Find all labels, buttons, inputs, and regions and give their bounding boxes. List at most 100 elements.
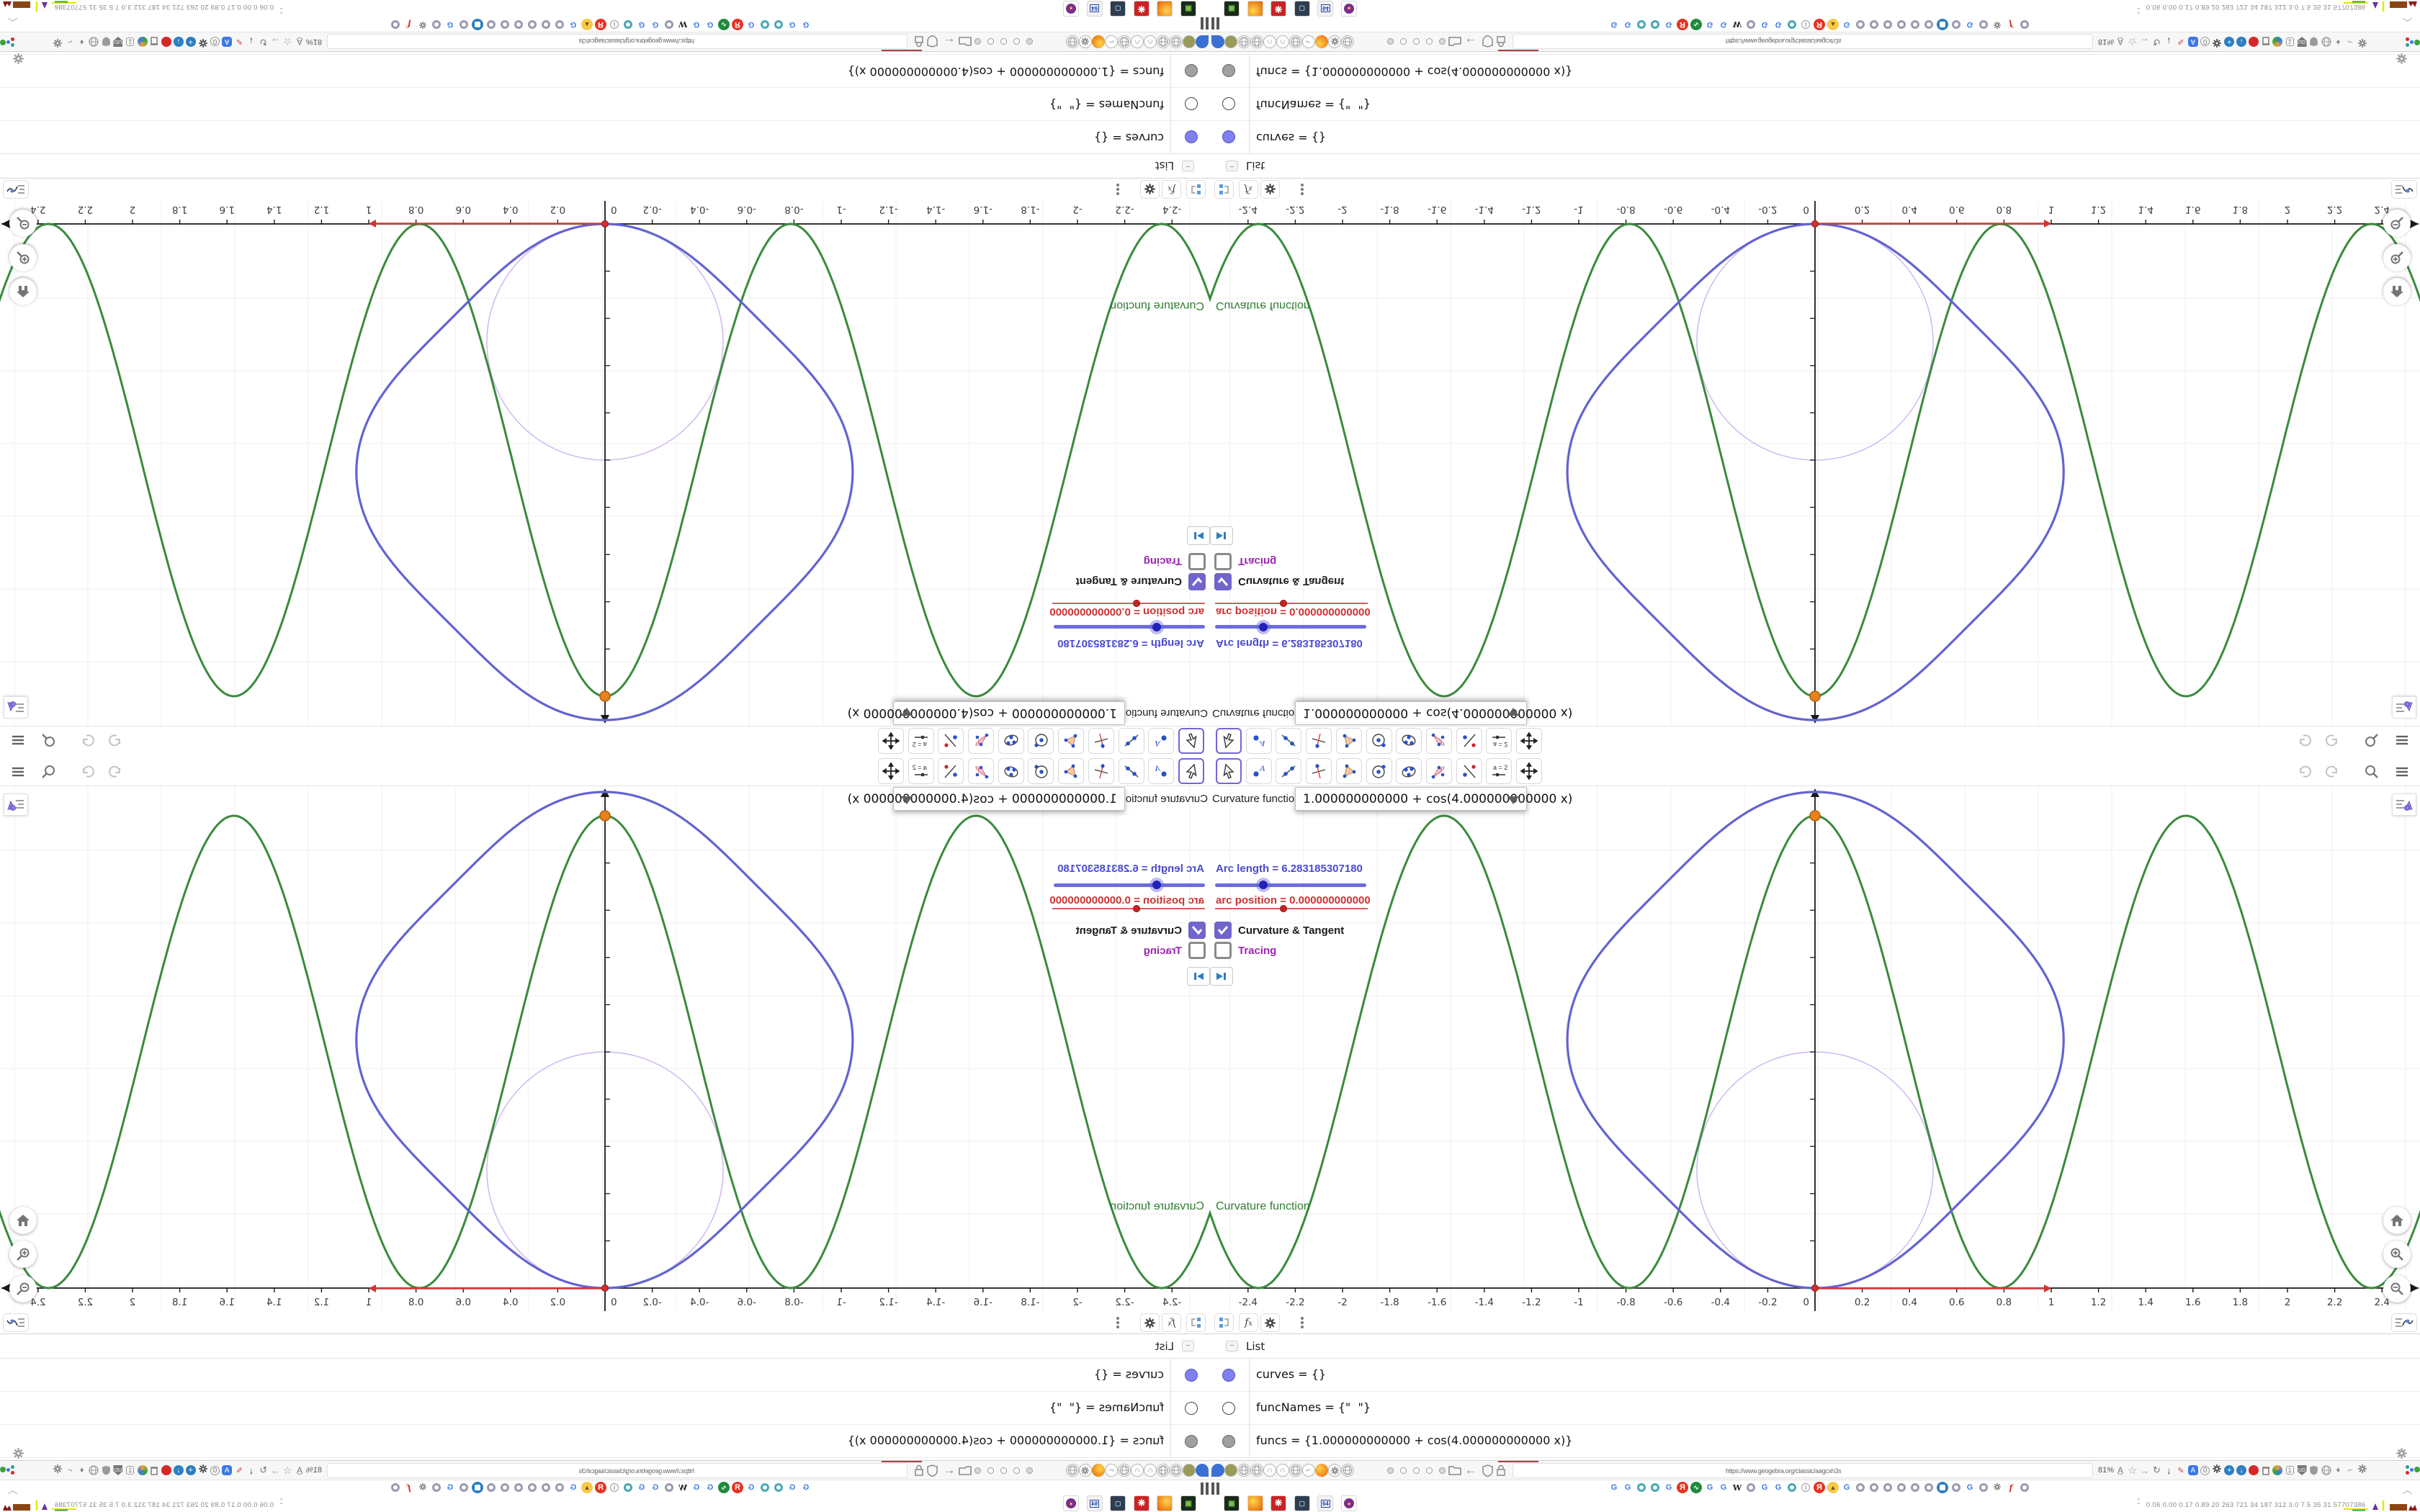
tab-favicon-info[interactable]: i <box>609 19 620 30</box>
reader-icon[interactable]: A̲ <box>2115 35 2126 49</box>
stylebar-kebab-button[interactable] <box>1292 180 1312 199</box>
zoom-in-button[interactable] <box>9 244 37 271</box>
tracing-checkbox[interactable] <box>1214 553 1232 570</box>
trash-icon[interactable] <box>2260 35 2272 49</box>
reader-icon[interactable]: A̲ <box>294 35 305 49</box>
curvature-function-dropdown[interactable]: 1.000000000000 + cos(4.000000000000 x) <box>848 787 1125 811</box>
globe-extension-icon[interactable] <box>1237 35 1250 48</box>
firefox-app-icon[interactable] <box>1157 1 1173 17</box>
fx-button[interactable]: fx <box>1239 180 1258 199</box>
gear-icon[interactable] <box>52 35 63 49</box>
arc-position-slider-knob[interactable] <box>1280 905 1287 912</box>
tool-reflect-about-line-button[interactable] <box>938 728 964 754</box>
arc-length-slider[interactable] <box>1215 883 1366 887</box>
plot-canvas[interactable]: -2.4 -2.2 -2 -1.8 -1.6 -1.4 -1.2 -1 -0.8 -0.6 -0.4… <box>1210 201 2420 726</box>
translate-icon[interactable]: A <box>2187 35 2199 49</box>
redo-icon[interactable] <box>2323 731 2342 750</box>
curvature-function-dropdown[interactable]: 1.000000000000 + cos(4.000000000000 x) <box>1295 787 1572 811</box>
tool-point-button[interactable]: A <box>1148 728 1175 754</box>
tool-perpendicular-line-button[interactable] <box>1088 758 1114 784</box>
tab-favicon-donut-gray[interactable] <box>458 1482 470 1493</box>
gear-dark-icon[interactable] <box>197 35 209 49</box>
tool-move-button[interactable] <box>1178 728 1204 754</box>
algebra-row-funcs[interactable]: funcs = {1.000000000000 + cos(4.00000000… <box>0 54 1210 87</box>
algebra-row-funcNames[interactable]: funcNames = {" "} <box>0 1392 1210 1425</box>
graphics-panel-menu-button[interactable] <box>2391 180 2417 199</box>
step-forward-button[interactable] <box>1210 526 1233 545</box>
globe-extension-icon[interactable] <box>1237 1464 1250 1477</box>
download-icon[interactable]: ↓ <box>246 1463 257 1477</box>
tool-angle-button[interactable]: α <box>1425 728 1452 754</box>
curvature-function-dropdown[interactable]: 1.000000000000 + cos(4.000000000000 x) <box>848 701 1125 725</box>
tracing-checkbox[interactable] <box>1188 942 1206 959</box>
tab-favicon-donut-gray[interactable] <box>513 1482 524 1493</box>
arc-position-slider-knob[interactable] <box>1133 600 1140 607</box>
lock-icon[interactable] <box>912 35 926 49</box>
tab-favicon-ya[interactable]: Я <box>1677 1482 1688 1493</box>
tab-favicon-ya[interactable]: Я <box>732 19 743 30</box>
visibility-marble[interactable] <box>1185 64 1198 77</box>
tab-favicon-photo-yellow[interactable]: ▲ <box>1827 19 1839 30</box>
hook-extension-icon[interactable]: ∩ <box>1131 35 1144 48</box>
firefox-app-icon[interactable] <box>1247 1 1263 17</box>
pin-blue-extension-icon[interactable] <box>1196 35 1209 48</box>
tab-favicon-g[interactable]: G <box>1759 19 1770 30</box>
hamburger-menu-icon[interactable] <box>2393 731 2411 750</box>
visibility-marble[interactable] <box>1222 64 1235 77</box>
search-icon[interactable] <box>2362 731 2381 750</box>
collapse-button[interactable]: − <box>1182 161 1194 171</box>
shield-icon[interactable] <box>926 1463 940 1477</box>
tab-favicon-donut-teal[interactable] <box>759 19 771 30</box>
account-purple-app-icon[interactable]: ● <box>1063 1495 1079 1511</box>
window-control-circle[interactable] <box>987 1467 994 1474</box>
tool-move-button[interactable] <box>1216 728 1242 754</box>
tab-favicon-info[interactable]: i <box>609 1482 620 1493</box>
tab-favicon-donut-gray[interactable] <box>513 19 524 30</box>
back-arrow-icon[interactable]: ← <box>1464 1463 1478 1477</box>
arrow-right-icon[interactable]: → <box>2139 1463 2151 1477</box>
brush-icon[interactable]: ✎ <box>233 35 245 49</box>
tab-favicon-g[interactable]: G <box>1718 1482 1729 1493</box>
tab-favicon-f-red[interactable]: f <box>403 19 415 30</box>
shield-icon[interactable] <box>2308 35 2320 49</box>
folder-icon[interactable] <box>1448 1463 1462 1477</box>
tab-favicon-gear[interactable] <box>1991 1482 2003 1493</box>
tab-favicon-g[interactable]: G <box>704 19 716 30</box>
tab-favicon-g[interactable]: G <box>1608 1482 1620 1493</box>
tab-favicon-info[interactable]: i <box>1800 19 1811 30</box>
visibility-marble[interactable] <box>1222 130 1235 143</box>
plus-blue-icon[interactable]: + <box>185 1463 197 1477</box>
download-icon[interactable]: ↓ <box>246 35 257 49</box>
hamburger-menu-icon[interactable] <box>9 762 27 781</box>
tab-favicon-g[interactable]: G <box>786 19 798 30</box>
tree-view-button[interactable] <box>1214 1313 1234 1332</box>
tool-angle-button[interactable]: α <box>968 728 995 754</box>
curvature-tangent-checkbox[interactable] <box>1188 573 1206 590</box>
firefox-app-icon[interactable] <box>1247 1495 1263 1511</box>
settings-gear-icon[interactable] <box>1260 1313 1280 1332</box>
tool-slider-button[interactable]: a = 2 <box>908 728 934 754</box>
chevron-up-icon[interactable]: ︿ <box>2402 1482 2413 1497</box>
tab-favicon-g[interactable]: G <box>745 19 757 30</box>
curvature-tangent-checkbox-row[interactable]: Curvature & Tangent <box>1076 922 1206 939</box>
tool-move-graphics-view-button[interactable] <box>1516 728 1542 754</box>
tab-favicon-wave-green[interactable]: ∿ <box>718 19 730 30</box>
pin-blue-extension-icon[interactable] <box>1211 1464 1224 1477</box>
pill-0-icon[interactable]: 0 <box>209 35 220 49</box>
algebra-row-funcs[interactable]: funcs = {1.000000000000 + cos(4.00000000… <box>0 1425 1210 1458</box>
tab-favicon-donut-gray[interactable] <box>1978 1482 1989 1493</box>
tab-favicon-g[interactable]: G <box>704 1482 716 1493</box>
globe-extension-icon[interactable] <box>1289 1464 1302 1477</box>
settings-red-app-icon[interactable] <box>1133 1 1150 17</box>
globe-extension-icon[interactable] <box>1066 35 1079 48</box>
tracing-checkbox-row[interactable]: Tracing <box>1214 942 1276 959</box>
star-icon[interactable]: ☆ <box>2127 35 2138 49</box>
account-purple-app-icon[interactable]: ● <box>1341 1495 1357 1511</box>
tool-polygon-button[interactable] <box>1335 758 1362 784</box>
tab-favicon-g[interactable]: G <box>1841 1482 1852 1493</box>
tab-favicon-donut-teal[interactable] <box>622 19 634 30</box>
screenshot-tool-app-icon[interactable]: ▣ <box>1224 1 1240 17</box>
gear-extension-icon[interactable] <box>1328 1464 1341 1477</box>
tab-favicon-g[interactable]: G <box>1704 19 1716 30</box>
reload-icon[interactable]: ↻ <box>2151 35 2162 49</box>
